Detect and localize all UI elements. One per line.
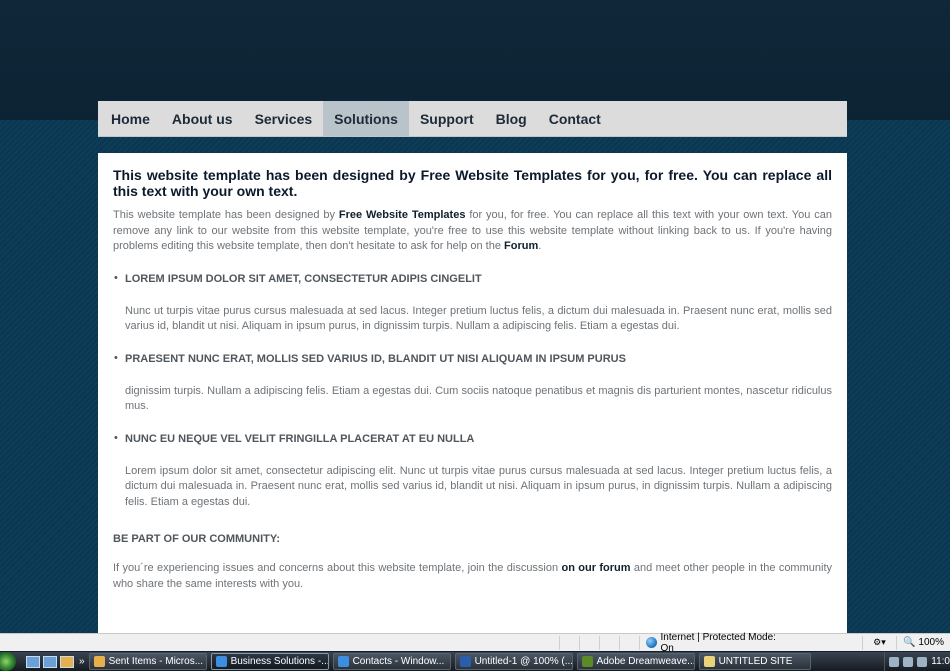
status-text-area [0, 635, 560, 650]
popup-blocker-icon: ⚙▾ [873, 637, 886, 647]
community-heading: BE PART OF OUR COMMUNITY: [113, 533, 281, 545]
tray-expand-icon[interactable] [889, 656, 900, 667]
ie-icon [215, 656, 227, 667]
list-item-text: Lorem ipsum dolor sit amet, consectetur … [125, 464, 832, 508]
internet-zone-icon [645, 637, 657, 648]
nav-item-about-us[interactable]: About us [161, 101, 244, 136]
main-nav: Home About us Services Solutions Support… [98, 101, 847, 137]
feature-list: • LOREM IPSUM DOLOR SIT AMET, CONSECTETU… [113, 272, 832, 511]
list-item-title: LOREM IPSUM DOLOR SIT AMET, CONSECTETUR … [125, 272, 482, 285]
taskbar-button-sent-items[interactable]: Sent Items - Micros... [88, 653, 207, 670]
folder-icon [703, 656, 715, 667]
zoom-level: 100% [918, 637, 944, 648]
taskbar-button-dreamweaver[interactable]: Adobe Dreamweave... [576, 653, 695, 670]
task-label: Business Solutions -... [230, 656, 329, 667]
nav-item-contact[interactable]: Contact [538, 101, 612, 136]
browser-status-bar: Internet | Protected Mode: On ⚙▾ 🔍 100% [0, 632, 950, 654]
taskbar-button-untitled-site[interactable]: UNTITLED SITE [698, 653, 811, 670]
windows-taskbar: » Sent Items - Micros... Business Soluti… [0, 652, 950, 671]
volume-icon[interactable] [917, 656, 928, 667]
page-headline: This website template has been designed … [113, 167, 832, 199]
photoshop-icon [459, 656, 471, 667]
task-label: Adobe Dreamweave... [596, 656, 695, 667]
list-item-text: Nunc ut turpis vitae purus cursus malesu… [125, 304, 832, 333]
list-item-title: PRAESENT NUNC ERAT, MOLLIS SED VARIUS ID… [125, 352, 626, 365]
task-label: Sent Items - Micros... [108, 656, 204, 667]
outlook-icon [93, 656, 105, 667]
community-text-1: If you´re experiencing issues and concer… [113, 562, 562, 574]
status-segment [560, 635, 580, 650]
task-label: UNTITLED SITE [718, 656, 793, 667]
zoom-control[interactable]: 🔍 100% [897, 637, 950, 648]
community-forum-link[interactable]: on our forum [561, 562, 630, 574]
list-item-title: NUNC EU NEQUE VEL VELIT FRINGILLA PLACER… [125, 432, 475, 445]
taskbar-button-contacts[interactable]: Contacts - Window... [332, 653, 451, 670]
switch-windows-icon[interactable] [43, 655, 57, 668]
list-item-text: dignissim turpis. Nullam a adipiscing fe… [125, 384, 832, 413]
nav-item-home[interactable]: Home [100, 101, 161, 136]
nav-item-services[interactable]: Services [244, 101, 324, 136]
intro-text-1: This website template has been designed … [113, 209, 339, 221]
show-desktop-icon[interactable] [26, 655, 40, 668]
zone-label: Internet | Protected Mode: On [660, 631, 776, 654]
forum-link[interactable]: Forum [504, 240, 538, 252]
outlook-quicklaunch-icon[interactable] [60, 655, 74, 668]
quicklaunch-more-button[interactable]: » [79, 656, 85, 667]
bullet-icon: • [114, 431, 118, 444]
protected-mode-button[interactable]: ⚙▾ [863, 635, 897, 650]
taskbar-button-photoshop[interactable]: Untitled-1 @ 100% (... [454, 653, 573, 670]
magnifier-icon: 🔍 [902, 637, 916, 648]
intro-text-3: . [538, 240, 542, 252]
status-segment [580, 635, 600, 650]
free-website-templates-link[interactable]: Free Website Templates [339, 209, 466, 221]
start-button[interactable] [0, 652, 16, 671]
task-label: Contacts - Window... [352, 656, 445, 667]
nav-item-solutions[interactable]: Solutions [323, 101, 409, 136]
list-item: • LOREM IPSUM DOLOR SIT AMET, CONSECTETU… [113, 272, 832, 335]
task-label: Untitled-1 @ 100% (... [474, 656, 573, 667]
network-icon[interactable] [903, 656, 914, 667]
ie-icon [337, 656, 349, 667]
quick-launch: » [26, 655, 85, 668]
security-zone[interactable]: Internet | Protected Mode: On [645, 632, 863, 654]
main-content: This website template has been designed … [98, 153, 847, 633]
status-segment [600, 635, 620, 650]
community-paragraph: If you´re experiencing issues and concer… [113, 561, 832, 592]
taskbar-button-business-solutions[interactable]: Business Solutions -... [210, 653, 329, 670]
list-item: • NUNC EU NEQUE VEL VELIT FRINGILLA PLAC… [113, 432, 832, 511]
bullet-icon: • [114, 271, 118, 284]
status-segment [620, 635, 640, 650]
nav-item-support[interactable]: Support [409, 101, 485, 136]
nav-item-blog[interactable]: Blog [485, 101, 538, 136]
intro-paragraph: This website template has been designed … [113, 208, 832, 255]
clock[interactable]: 11:0 [931, 656, 950, 667]
bullet-icon: • [114, 351, 118, 364]
list-item: • PRAESENT NUNC ERAT, MOLLIS SED VARIUS … [113, 352, 832, 415]
dreamweaver-icon [581, 656, 593, 667]
system-tray: 11:0 [884, 652, 950, 671]
